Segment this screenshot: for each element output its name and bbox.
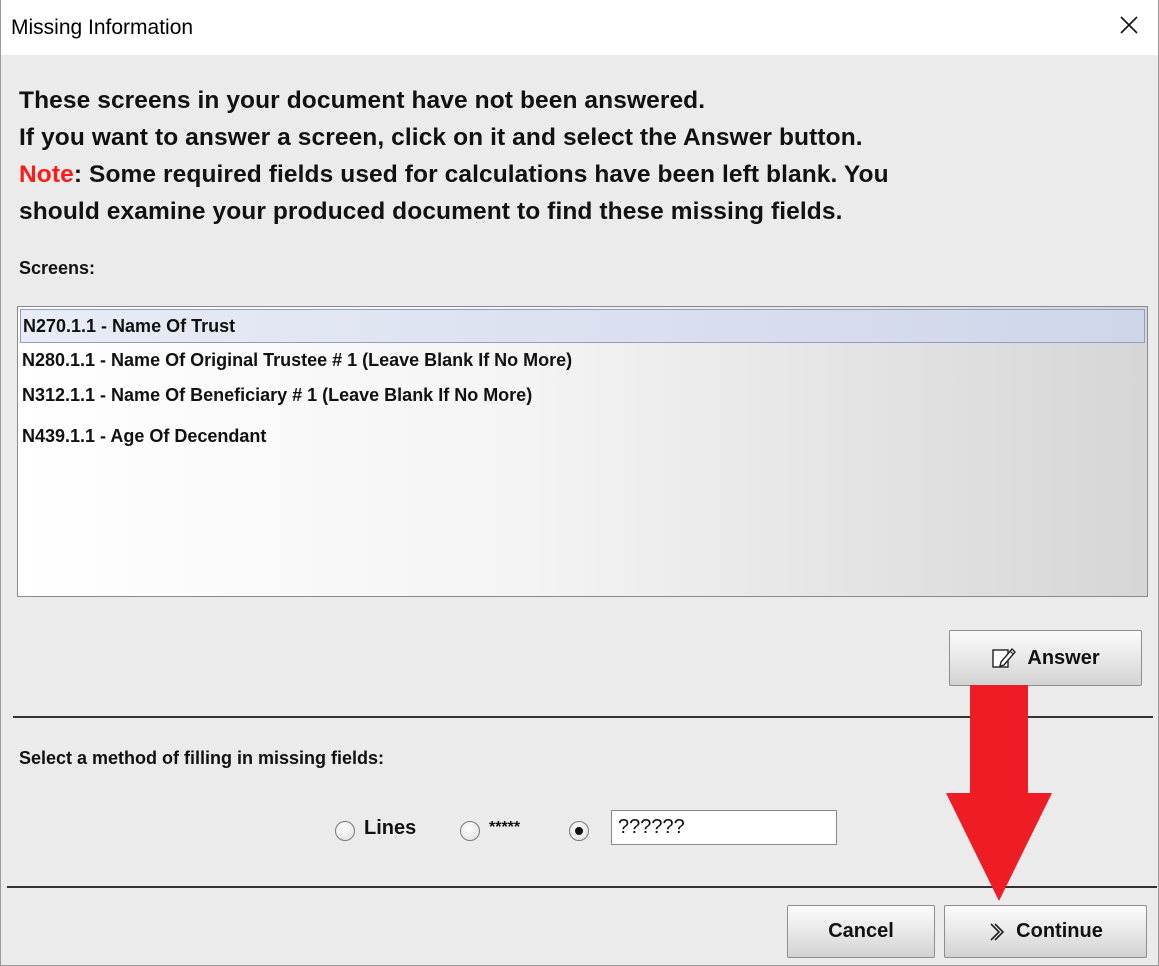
instruction-line-4: should examine your produced document to… bbox=[19, 198, 843, 225]
continue-button[interactable]: Continue bbox=[944, 905, 1147, 958]
lines-radio-label[interactable]: Lines bbox=[364, 817, 416, 840]
instruction-line-1: These screens in your document have not … bbox=[19, 87, 706, 114]
cancel-button[interactable]: Cancel bbox=[787, 905, 935, 958]
screens-list[interactable]: N270.1.1 - Name Of Trust N280.1.1 - Name… bbox=[17, 306, 1148, 597]
screens-label: Screens: bbox=[19, 258, 96, 278]
cancel-label: Cancel bbox=[828, 920, 894, 942]
answer-label: Answer bbox=[1027, 646, 1100, 669]
instructions: These screens in your document have not … bbox=[19, 82, 889, 230]
note-text: : Some required fields used for calculat… bbox=[73, 161, 889, 188]
asterisks-radio-label[interactable]: ***** bbox=[489, 819, 520, 837]
red-arrow-annotation bbox=[946, 685, 1052, 901]
custom-text-radio[interactable] bbox=[569, 821, 589, 841]
title-bar: Missing Information bbox=[1, 0, 1158, 55]
instruction-line-2: If you want to answer a screen, click on… bbox=[19, 124, 863, 151]
window-title: Missing Information bbox=[11, 16, 194, 39]
custom-fill-input[interactable] bbox=[611, 810, 837, 845]
instruction-line-3: Note: Some required fields used for calc… bbox=[19, 156, 889, 193]
list-item[interactable]: N312.1.1 - Name Of Beneficiary # 1 (Leav… bbox=[20, 378, 1145, 412]
chevron-right-icon bbox=[988, 922, 1006, 942]
edit-icon bbox=[991, 646, 1017, 670]
continue-label: Continue bbox=[1016, 920, 1103, 942]
answer-button[interactable]: Answer bbox=[949, 630, 1142, 686]
lines-radio[interactable] bbox=[335, 821, 355, 841]
list-item[interactable]: N280.1.1 - Name Of Original Trustee # 1 … bbox=[20, 343, 1145, 377]
fill-method-label: Select a method of filling in missing fi… bbox=[19, 748, 385, 768]
list-item[interactable]: N270.1.1 - Name Of Trust bbox=[20, 309, 1145, 343]
note-label: Note bbox=[19, 161, 74, 188]
list-item[interactable]: N439.1.1 - Age Of Decendant bbox=[20, 419, 1145, 453]
asterisks-radio[interactable] bbox=[460, 821, 480, 841]
close-icon bbox=[1119, 15, 1139, 40]
close-button[interactable] bbox=[1100, 0, 1158, 55]
